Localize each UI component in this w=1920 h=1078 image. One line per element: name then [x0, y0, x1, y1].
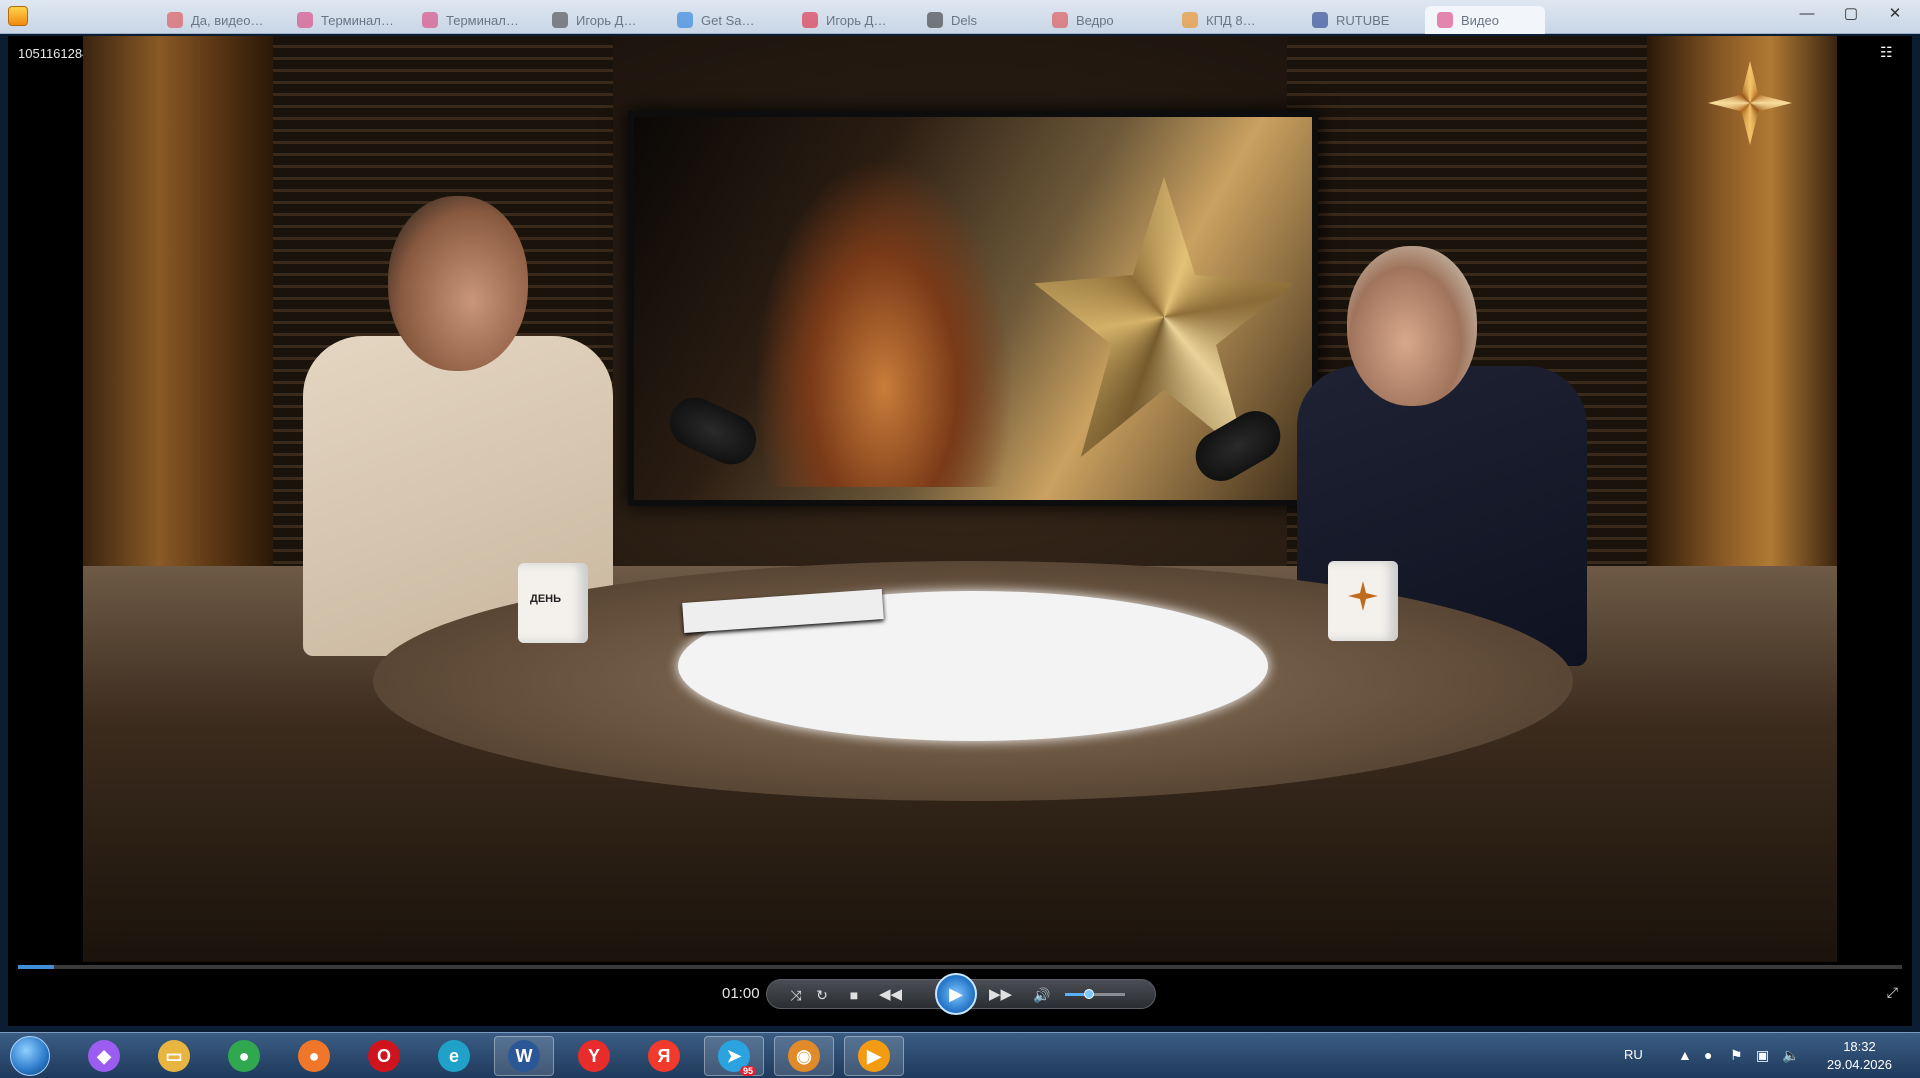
mug-star-logo	[1348, 581, 1378, 611]
yandex-browser-icon: Y	[578, 1040, 610, 1072]
browser-tab-strip: Да, видео… Терминал… Терминал… Игорь Д… Get …	[0, 0, 1920, 34]
explorer-icon: ▭	[158, 1040, 190, 1072]
volume-icon[interactable]: 🔊	[1031, 984, 1053, 1006]
browser-tab[interactable]: Да, видео…	[155, 6, 275, 34]
current-time: 01:00	[722, 985, 760, 1002]
tab-label: Да, видео…	[191, 12, 264, 28]
mug-left: ДЕНЬ	[518, 563, 588, 643]
play-icon[interactable]: ▶	[935, 973, 977, 1015]
minimize-icon[interactable]: —	[1796, 5, 1818, 22]
chrome-icon: ●	[228, 1040, 260, 1072]
browser-tab[interactable]: Видео	[1425, 6, 1545, 34]
taskbar-app-yandex-browser[interactable]: Y	[564, 1036, 624, 1076]
show-hidden-icons-icon[interactable]: ▲	[1678, 1047, 1692, 1063]
tab-favicon-icon	[1182, 12, 1198, 28]
browser-tab[interactable]: Get Sa…	[665, 6, 785, 34]
tab-label: Get Sa…	[701, 12, 755, 28]
tab-label: КПД 8…	[1206, 12, 1256, 28]
taskbar-app-alice[interactable]: ◆	[74, 1036, 134, 1076]
language-indicator[interactable]: RU	[1624, 1047, 1643, 1062]
unread-badge: 95	[739, 1066, 756, 1076]
taskbar-app-edge[interactable]: e	[424, 1036, 484, 1076]
taskbar-app-word[interactable]: W	[494, 1036, 554, 1076]
tab-label: Игорь Д…	[576, 12, 637, 28]
telegram-icon: ➤ 95	[718, 1040, 756, 1076]
word-icon: W	[508, 1040, 540, 1072]
media-player-app-icon	[8, 6, 28, 26]
tab-label: Игорь Д…	[826, 12, 887, 28]
tab-label: Терминал…	[321, 12, 394, 28]
taskbar-app-chrome[interactable]: ●	[214, 1036, 274, 1076]
tab-label: Dels	[951, 12, 978, 28]
media-player-window: 10511612840691 ☷ ДЕНЬ 01:00 ⤨ ↻ ■ ◀◀ ▶ ▶…	[8, 36, 1912, 1026]
media-player-icon: ▶	[858, 1040, 890, 1072]
eye-app-icon: ◉	[788, 1040, 820, 1072]
taskbar-app-yandex[interactable]: Я	[634, 1036, 694, 1076]
speaker-icon[interactable]: 🔈	[1782, 1047, 1799, 1064]
opera-icon: O	[368, 1040, 400, 1072]
action-center-flag-icon[interactable]: ⚑	[1730, 1047, 1743, 1064]
maximize-icon[interactable]: ▢	[1840, 4, 1862, 22]
volume-slider[interactable]	[1065, 989, 1125, 999]
fast-forward-icon[interactable]: ▶▶	[989, 984, 1012, 1006]
seek-bar[interactable]	[18, 965, 1902, 969]
playlist-icon[interactable]: ☷	[1880, 44, 1900, 60]
taskbar-app-explorer[interactable]: ▭	[144, 1036, 204, 1076]
edge-icon: e	[438, 1040, 470, 1072]
repeat-icon[interactable]: ↻	[811, 984, 833, 1006]
taskbar-app-opera[interactable]: O	[354, 1036, 414, 1076]
tab-label: Видео	[1461, 12, 1499, 28]
browser-tab[interactable]: Игорь Д…	[540, 6, 660, 34]
seek-bar-progress	[18, 965, 54, 969]
shuffle-icon[interactable]: ⤨	[785, 984, 807, 1006]
tab-label: RUTUBE	[1336, 12, 1390, 28]
start-button[interactable]	[10, 1036, 50, 1076]
yandex-icon: Я	[648, 1040, 680, 1072]
close-icon[interactable]: ✕	[1884, 4, 1906, 22]
browser-tab[interactable]: Ведро	[1040, 6, 1160, 34]
tab-favicon-icon	[297, 12, 313, 28]
rewind-icon[interactable]: ◀◀	[879, 984, 902, 1006]
tab-favicon-icon	[927, 12, 943, 28]
tab-favicon-icon	[1312, 12, 1328, 28]
tab-favicon-icon	[802, 12, 818, 28]
mug-right	[1328, 561, 1398, 641]
browser-tab[interactable]: Dels	[915, 6, 1035, 34]
tab-favicon-icon	[1052, 12, 1068, 28]
window-controls: — ▢ ✕	[1796, 0, 1906, 26]
playback-controls: ⤨ ↻ ■ ◀◀ ▶ ▶▶ 🔊	[766, 973, 1156, 1015]
tab-label: Ведро	[1076, 12, 1114, 28]
browser-tab[interactable]: Терминал…	[410, 6, 530, 34]
tab-favicon-icon	[167, 12, 183, 28]
clock-date: 29.04.2026	[1826, 1057, 1892, 1072]
taskbar-app-eye-app[interactable]: ◉	[774, 1036, 834, 1076]
browser-tab[interactable]: RUTUBE	[1300, 6, 1420, 34]
system-tray: RU ▲ ● ⚑ ▣ 🔈 18:32 29.04.2026	[1600, 1033, 1920, 1078]
network-icon[interactable]: ▣	[1756, 1047, 1769, 1064]
antivirus-icon[interactable]: ●	[1704, 1047, 1712, 1063]
taskbar-app-firefox[interactable]: ●	[284, 1036, 344, 1076]
tab-favicon-icon	[422, 12, 438, 28]
tab-favicon-icon	[1437, 12, 1453, 28]
firefox-icon: ●	[298, 1040, 330, 1072]
tab-label: Терминал…	[446, 12, 519, 28]
alice-icon: ◆	[88, 1040, 120, 1072]
clock[interactable]: 18:32 29.04.2026	[1827, 1038, 1892, 1074]
browser-tab[interactable]: Терминал…	[285, 6, 405, 34]
stop-icon[interactable]: ■	[843, 984, 865, 1006]
volume-knob[interactable]	[1084, 989, 1094, 999]
tab-favicon-icon	[552, 12, 568, 28]
browser-tab[interactable]: Игорь Д…	[790, 6, 910, 34]
cathedral-image	[754, 157, 1014, 487]
taskbar-app-telegram[interactable]: ➤ 95	[704, 1036, 764, 1076]
tab-favicon-icon	[677, 12, 693, 28]
video-frame[interactable]: ДЕНЬ	[83, 36, 1837, 962]
fullscreen-icon[interactable]: ⤢	[1887, 984, 1898, 1001]
browser-tab[interactable]: КПД 8…	[1170, 6, 1290, 34]
mug-logo-text: ДЕНЬ	[530, 593, 562, 605]
taskbar: ◆ ▭ ● ● Oe W Y Я ➤ 95 ◉ ▶ RU ▲ ● ⚑ ▣ 🔈 18:32 29.04.…	[0, 1032, 1920, 1078]
clock-time: 18:32	[1843, 1039, 1876, 1054]
taskbar-app-media-player[interactable]: ▶	[844, 1036, 904, 1076]
